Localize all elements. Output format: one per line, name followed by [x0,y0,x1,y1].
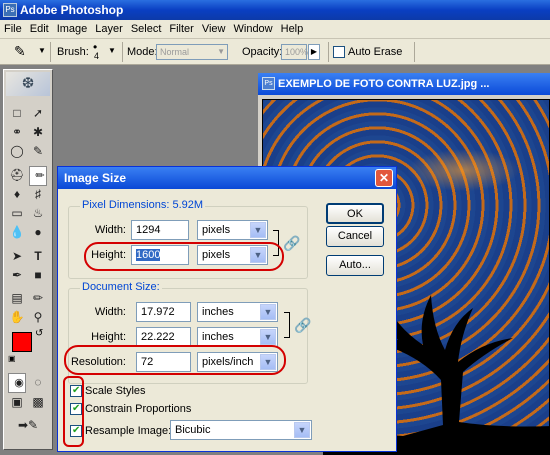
blur-tool-icon[interactable]: 💧 [8,223,26,241]
menu-edit[interactable]: Edit [26,20,53,39]
pixel-width-input[interactable]: 1294 [131,220,189,240]
opacity-slider-arrow-icon[interactable]: ▶ [308,44,320,60]
app-title: Adobe Photoshop [20,3,124,17]
checkboxes-highlight-annotation [63,376,84,447]
chevron-down-icon: ▼ [294,422,310,438]
ok-button[interactable]: OK [326,203,384,224]
resample-method-select[interactable]: Bicubic ▼ [170,420,312,440]
divider [50,42,51,62]
swap-colors-icon[interactable]: ↺ [35,328,43,339]
close-icon[interactable]: ✕ [375,169,393,187]
doc-width-label: Width: [94,306,126,318]
pencil-tool-icon[interactable]: ✎ [14,43,26,60]
menu-bar: File Edit Image Layer Select Filter View Window… [0,20,550,39]
chevron-down-icon: ▼ [250,222,266,238]
quick-mask-mode-icon[interactable]: ◌ [29,373,47,391]
dialog-title: Image Size [64,171,127,185]
paint-bucket-tool-icon[interactable]: ♨ [29,204,47,222]
foreground-color-swatch[interactable] [12,332,32,352]
jump-to-imageready-icon[interactable]: ➡✎ [8,416,48,434]
opacity-input[interactable]: 100% [281,44,308,60]
resample-image-label: Resample Image: [85,425,172,437]
doc-height-input[interactable]: 22.222 [136,327,191,347]
pixel-dimensions-legend: Pixel Dimensions: 5.92M [80,199,206,211]
healing-brush-tool-icon[interactable]: ⛑ [8,166,26,184]
menu-view[interactable]: View [198,20,230,39]
pen-tool-icon[interactable]: ✒ [8,266,26,284]
chevron-down-icon: ▼ [260,304,276,320]
resolution-highlight-annotation [64,345,286,375]
divider [328,42,329,62]
marquee-tool-icon[interactable]: □ [8,104,26,122]
clone-stamp-tool-icon[interactable]: ♦ [8,185,26,203]
brush-label: Brush: [57,46,89,58]
dodge-tool-icon[interactable]: ● [29,223,47,241]
chain-link-icon: 🔗 [283,235,301,251]
type-tool-icon[interactable]: T [29,247,47,265]
mode-select[interactable]: Normal ▼ [156,44,228,60]
photoshop-icon: Ps [3,3,17,17]
standard-mode-icon[interactable]: ◉ [8,373,26,393]
divider [414,42,415,62]
default-colors-icon[interactable]: ▣ [8,354,16,363]
menu-select[interactable]: Select [127,20,166,39]
magic-wand-tool-icon[interactable]: ✱ [29,123,47,141]
doc-height-label: Height: [91,331,126,343]
eraser-tool-icon[interactable]: ▭ [8,204,26,222]
menu-image[interactable]: Image [53,20,92,39]
tool-preset-dropdown-icon[interactable]: ▼ [38,46,46,55]
chevron-down-icon: ▼ [260,329,276,345]
shape-tool-icon[interactable]: ■ [29,266,47,284]
screen-mode-full-icon[interactable]: ▩ [29,393,47,411]
hand-tool-icon[interactable]: ✋ [8,308,26,326]
brush-size[interactable]: 4 [94,51,99,61]
slice-tool-icon[interactable]: ✎ [29,142,47,160]
app-title-bar: Adobe Photoshop [0,0,550,20]
zoom-tool-icon[interactable]: ⚲ [29,308,47,326]
feather-logo-icon: ❆ [6,72,50,96]
auto-erase-label: Auto Erase [348,46,403,58]
menu-filter[interactable]: Filter [165,20,197,39]
opacity-label: Opacity: [242,46,283,58]
history-brush-tool-icon[interactable]: ♯ [29,185,47,203]
auto-button[interactable]: Auto... [326,255,384,276]
scale-styles-label: Scale Styles [85,385,146,397]
document-title-bar[interactable]: EXEMPLO DE FOTO CONTRA LUZ.jpg ... [258,73,550,95]
dialog-title-bar[interactable]: Image Size [58,167,396,189]
path-selection-tool-icon[interactable]: ➤ [8,247,26,265]
menu-help[interactable]: Help [277,20,308,39]
document-size-legend: Document Size: [80,281,162,293]
constrain-bracket [284,312,290,338]
doc-height-unit-select[interactable]: inches ▼ [197,327,278,347]
auto-erase-checkbox[interactable] [333,46,345,58]
lasso-tool-icon[interactable]: ⚭ [8,123,26,141]
chain-link-icon: 🔗 [294,317,312,333]
pencil-tool-button-icon[interactable]: ✏ [29,166,47,186]
image-size-dialog: Image Size ✕ Pixel Dimensions: 5.92M Wid… [57,166,397,452]
tool-options-bar: ✎ ▼ Brush: • 4 ▼ Mode: Normal ▼ Opacity: … [0,39,550,65]
document-title: EXEMPLO DE FOTO CONTRA LUZ.jpg ... [278,78,490,90]
doc-width-input[interactable]: 17.972 [136,302,191,322]
pixel-width-label: Width: [94,224,126,236]
document-icon: Ps [262,77,275,90]
pixel-width-unit-select[interactable]: pixels ▼ [197,220,268,240]
doc-width-unit-select[interactable]: inches ▼ [197,302,278,322]
mode-label: Mode: [127,46,158,58]
menu-file[interactable]: File [0,20,26,39]
height-highlight-annotation [84,242,284,271]
crop-tool-icon[interactable]: ◯ [8,142,26,160]
menu-layer[interactable]: Layer [91,20,127,39]
toolbox: ❆ □ ➚ ⚭ ✱ ◯ ✎ ⛑ ✏ ♦ ♯ ▭ ♨ 💧 ● ➤ T ✒ ■ ▤ … [3,69,53,450]
eyedropper-tool-icon[interactable]: ✏ [29,289,47,307]
move-tool-icon[interactable]: ➚ [29,104,47,122]
cancel-button[interactable]: Cancel [326,226,384,247]
menu-window[interactable]: Window [230,20,277,39]
constrain-proportions-label: Constrain Proportions [85,403,192,415]
notes-tool-icon[interactable]: ▤ [8,289,26,307]
divider [122,42,123,62]
screen-mode-standard-icon[interactable]: ▣ [8,393,26,411]
pixel-dimensions-size: 5.92M [172,199,204,211]
brush-dropdown-icon[interactable]: ▼ [108,46,116,55]
